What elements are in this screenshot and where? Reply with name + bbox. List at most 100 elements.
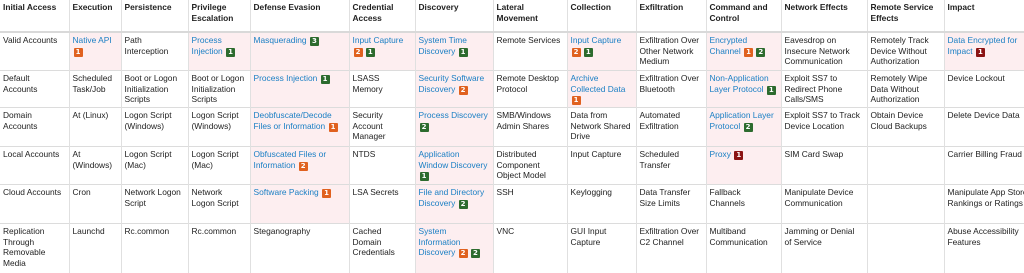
technique-cell: Eavesdrop on Insecure Network Communicat…	[781, 32, 867, 71]
column-header-execution: Execution	[69, 0, 121, 32]
technique-cell: Encrypted Channel 1 2	[706, 32, 781, 71]
technique-link[interactable]: Archive Collected Data	[571, 73, 626, 94]
technique-label: Cron	[73, 187, 91, 197]
technique-label: VNC	[497, 226, 515, 236]
technique-link[interactable]: Process Injection	[254, 73, 318, 83]
count-badge: 1	[976, 48, 985, 57]
technique-cell: Cloud Accounts	[0, 185, 69, 224]
count-badge: 1	[584, 48, 593, 57]
technique-cell: Software Packing 1	[250, 185, 349, 224]
technique-link[interactable]: Software Packing	[254, 187, 319, 197]
technique-cell: LSA Secrets	[349, 185, 415, 224]
technique-link[interactable]: Encrypted Channel	[710, 35, 748, 56]
technique-label: Exploit SS7 to Track Device Location	[785, 110, 860, 131]
technique-cell: Path Interception	[121, 32, 188, 71]
technique-cell: Remotely Track Device Without Authorizat…	[867, 32, 944, 71]
technique-label: Logon Script (Windows)	[125, 110, 172, 131]
count-badge: 1	[322, 189, 331, 198]
count-badge: 1	[321, 75, 330, 84]
technique-label: Boot or Logon Initialization Scripts	[125, 73, 178, 104]
technique-label: Remote Desktop Protocol	[497, 73, 559, 94]
technique-link[interactable]: Masquerading	[254, 35, 307, 45]
technique-cell: Manipulate Device Communication	[781, 185, 867, 224]
technique-label: Fallback Channels	[710, 187, 745, 208]
technique-link[interactable]: Input Capture	[353, 35, 404, 45]
technique-link[interactable]: Process Discovery	[419, 110, 488, 120]
column-header-persistence: Persistence	[121, 0, 188, 32]
count-badge: 2	[572, 48, 581, 57]
technique-cell: Rc.common	[121, 224, 188, 273]
count-badge: 1	[572, 96, 581, 105]
technique-cell: VNC	[493, 224, 567, 273]
technique-cell: Application Window Discovery 1	[415, 147, 493, 185]
table-row: Local AccountsAt (Windows)Logon Script (…	[0, 147, 1024, 185]
technique-link[interactable]: Application Layer Protocol	[710, 110, 774, 131]
technique-label: Abuse Accessibility Features	[948, 226, 1019, 247]
count-badge: 2	[459, 200, 468, 209]
technique-link[interactable]: Proxy	[710, 149, 731, 159]
technique-cell: Valid Accounts	[0, 32, 69, 71]
technique-cell: Remote Desktop Protocol	[493, 71, 567, 108]
count-badge: 1	[734, 151, 743, 160]
technique-cell: Steganography	[250, 224, 349, 273]
technique-cell: Process Discovery 2	[415, 108, 493, 147]
technique-cell: Logon Script (Mac)	[188, 147, 250, 185]
count-badge: 2	[756, 48, 765, 57]
technique-cell: Remotely Wipe Data Without Authorization	[867, 71, 944, 108]
technique-label: Device Lockout	[948, 73, 1005, 83]
technique-label: LSASS Memory	[353, 73, 383, 94]
technique-label: Rc.common	[125, 226, 170, 236]
technique-cell: Input Capture 2 1	[567, 32, 636, 71]
technique-cell: Obfuscated Files or Information 2	[250, 147, 349, 185]
technique-cell: Replication Through Removable Media	[0, 224, 69, 273]
technique-cell: Cached Domain Credentials	[349, 224, 415, 273]
technique-cell: Non-Application Layer Protocol 1	[706, 71, 781, 108]
count-badge: 3	[310, 37, 319, 46]
technique-cell: Rc.common	[188, 224, 250, 273]
column-header-privilege-escalation: Privilege Escalation	[188, 0, 250, 32]
technique-cell: Logon Script (Windows)	[121, 108, 188, 147]
technique-cell: Input Capture 2 1	[349, 32, 415, 71]
technique-cell: Launchd	[69, 224, 121, 273]
technique-link[interactable]: Obfuscated Files or Information	[254, 149, 327, 170]
count-badge: 1	[767, 86, 776, 95]
count-badge: 2	[459, 86, 468, 95]
technique-label: Logon Script (Windows)	[192, 110, 239, 131]
technique-link[interactable]: Non-Application Layer Protocol	[710, 73, 769, 94]
technique-link[interactable]: Input Capture	[571, 35, 622, 45]
technique-label: Input Capture	[571, 149, 622, 159]
technique-link[interactable]: System Information Discovery	[419, 226, 461, 257]
technique-cell: Exploit SS7 to Redirect Phone Calls/SMS	[781, 71, 867, 108]
technique-cell: Archive Collected Data 1	[567, 71, 636, 108]
technique-label: NTDS	[353, 149, 376, 159]
technique-label: Steganography	[254, 226, 311, 236]
technique-link[interactable]: Security Software Discovery	[419, 73, 485, 94]
technique-label: Path Interception	[125, 35, 169, 56]
technique-cell: Manipulate App Store Rankings or Ratings	[944, 185, 1024, 224]
technique-label: Remotely Track Device Without Authorizat…	[871, 35, 929, 66]
technique-cell: Domain Accounts	[0, 108, 69, 147]
technique-label: Exfiltration Over Other Network Medium	[640, 35, 700, 66]
technique-label: Scheduled Transfer	[640, 149, 680, 170]
technique-label: Exfiltration Over C2 Channel	[640, 226, 700, 247]
count-badge: 1	[366, 48, 375, 57]
technique-cell: At (Windows)	[69, 147, 121, 185]
technique-label: Logon Script (Mac)	[192, 149, 239, 170]
technique-label: Network Logon Script	[192, 187, 239, 208]
technique-label: Launchd	[73, 226, 105, 236]
column-header-remote-service-effects: Remote Service Effects	[867, 0, 944, 32]
count-badge: 2	[354, 48, 363, 57]
technique-link[interactable]: File and Directory Discovery	[419, 187, 485, 208]
technique-cell: Exfiltration Over Bluetooth	[636, 71, 706, 108]
technique-link[interactable]: Native API	[73, 35, 112, 45]
technique-link[interactable]: Process Injection	[192, 35, 223, 56]
technique-cell: Network Logon Script	[188, 185, 250, 224]
technique-link[interactable]: Application Window Discovery	[419, 149, 488, 170]
technique-link[interactable]: Deobfuscate/Decode Files or Information	[254, 110, 332, 131]
technique-label: Network Logon Script	[125, 187, 181, 208]
technique-label: Remote Services	[497, 35, 561, 45]
technique-cell: Scheduled Task/Job	[69, 71, 121, 108]
technique-label: At (Windows)	[73, 149, 113, 170]
technique-cell: Delete Device Data	[944, 108, 1024, 147]
technique-cell: Obtain Device Cloud Backups	[867, 108, 944, 147]
